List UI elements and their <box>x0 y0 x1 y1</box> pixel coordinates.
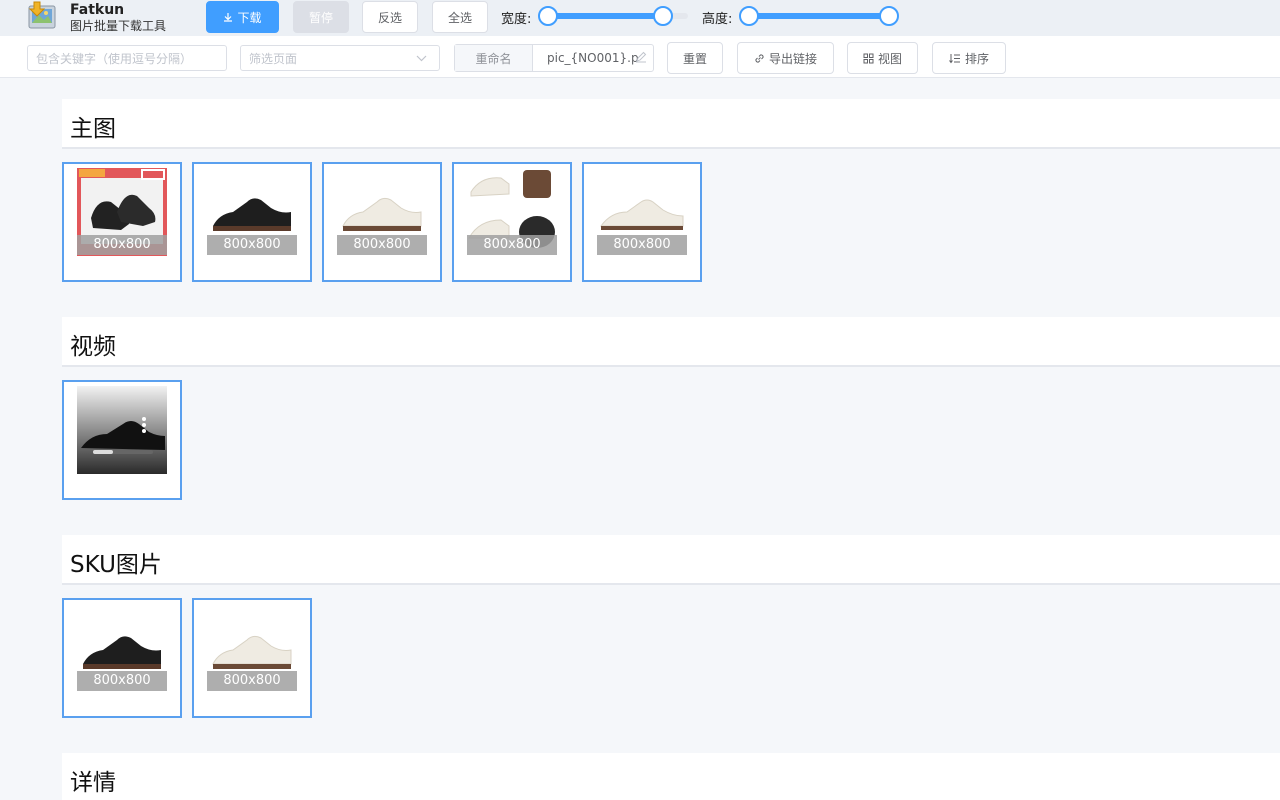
export-links-button[interactable]: 导出链接 <box>737 42 834 74</box>
app-name: Fatkun <box>70 2 125 18</box>
rename-input-group: 重命名 pic_{NO001}.p <box>454 44 654 72</box>
image-thumbnail[interactable]: 800x800 <box>322 162 442 282</box>
app-logo-icon <box>28 1 56 29</box>
image-size-label: 800x800 <box>467 235 557 255</box>
rename-value: pic_{NO001}.p <box>547 51 639 65</box>
app-subtitle: 图片批量下载工具 <box>70 19 167 33</box>
image-thumbnail[interactable]: 800x800 <box>192 162 312 282</box>
download-icon <box>224 13 233 22</box>
width-slider-max-thumb[interactable] <box>652 6 673 26</box>
export-label: 导出链接 <box>768 51 817 66</box>
width-label: 宽度: <box>501 12 532 27</box>
width-slider-min-thumb[interactable] <box>538 6 558 26</box>
image-thumbnail[interactable]: 800x800 <box>192 598 312 718</box>
page-filter-select[interactable]: 筛选页面 <box>240 45 440 71</box>
section-title: 视频 <box>70 334 116 360</box>
pause-label: 暂停 <box>308 10 333 25</box>
pencil-icon <box>636 51 647 63</box>
section-title: SKU图片 <box>70 552 162 578</box>
height-slider-fill <box>749 13 889 19</box>
height-slider-max-thumb[interactable] <box>879 6 899 26</box>
grid-icon <box>863 53 874 63</box>
invert-label: 反选 <box>377 10 402 25</box>
image-thumbnail[interactable]: 800x800 <box>62 598 182 718</box>
height-label: 高度: <box>702 12 733 27</box>
rename-label: 重命名 <box>455 45 533 71</box>
image-size-label: 800x800 <box>597 235 687 255</box>
view-label: 视图 <box>877 51 902 66</box>
keyword-filter-input[interactable]: 包含关键字（使用逗号分隔） <box>27 45 227 71</box>
image-size-label: 800x800 <box>77 671 167 691</box>
height-slider[interactable] <box>739 6 899 26</box>
top-toolbar: Fatkun 图片批量下载工具 下载 暂停 反选 全选 宽度: 高度: <box>0 0 1280 36</box>
height-slider-min-thumb[interactable] <box>739 6 759 26</box>
sort-icon <box>949 53 960 63</box>
rename-input[interactable]: pic_{NO001}.p <box>533 45 653 71</box>
view-button[interactable]: 视图 <box>847 42 918 74</box>
invert-selection-button[interactable]: 反选 <box>362 1 418 33</box>
image-size-label: 800x800 <box>337 235 427 255</box>
link-icon <box>755 53 764 63</box>
sort-label: 排序 <box>964 51 989 66</box>
page-placeholder: 筛选页面 <box>249 51 298 66</box>
chevron-down-icon <box>416 55 427 62</box>
image-size-label: 800x800 <box>77 235 167 255</box>
section-video-header: 视频 <box>62 317 1280 367</box>
section-main-images-header: 主图 <box>62 99 1280 149</box>
select-all-button[interactable]: 全选 <box>432 1 488 33</box>
section-sku-header: SKU图片 <box>62 535 1280 585</box>
width-slider-fill <box>548 13 663 19</box>
reset-button[interactable]: 重置 <box>667 42 723 74</box>
download-button[interactable]: 下载 <box>206 1 279 33</box>
section-title: 主图 <box>70 116 116 142</box>
select-all-label: 全选 <box>447 10 472 25</box>
image-thumbnail[interactable]: 800x800 <box>582 162 702 282</box>
reset-label: 重置 <box>682 51 707 66</box>
image-size-label: 800x800 <box>207 235 297 255</box>
download-label: 下载 <box>237 10 262 25</box>
width-slider[interactable] <box>538 6 688 26</box>
filter-toolbar: 包含关键字（使用逗号分隔） 筛选页面 重命名 pic_{NO001}.p 重置 … <box>0 36 1280 78</box>
section-title: 详情 <box>70 770 116 796</box>
image-thumbnail[interactable]: 800x800 <box>62 162 182 282</box>
video-thumbnail[interactable] <box>62 380 182 500</box>
video-shoe-image <box>77 386 167 474</box>
pause-button[interactable]: 暂停 <box>293 1 349 33</box>
image-thumbnail[interactable]: 800x800 <box>452 162 572 282</box>
keyword-placeholder: 包含关键字（使用逗号分隔） <box>36 51 193 66</box>
section-detail-header: 详情 <box>62 753 1280 800</box>
image-size-label: 800x800 <box>207 671 297 691</box>
sort-button[interactable]: 排序 <box>932 42 1006 74</box>
